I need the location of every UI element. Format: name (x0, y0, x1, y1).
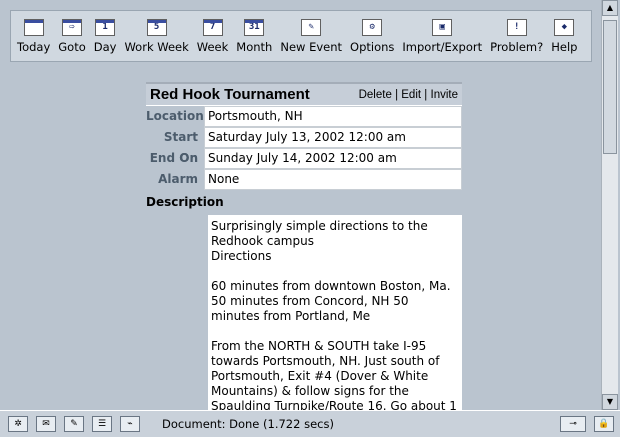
toolbar-label: Today (17, 40, 51, 54)
location-row: Location Portsmouth, NH (146, 106, 462, 127)
scroll-thumb[interactable] (603, 20, 617, 154)
options-icon: ⚙ (362, 19, 383, 36)
exclamation-icon: ! (506, 19, 527, 36)
toolbar-week-button[interactable]: 7 Week (196, 11, 229, 54)
toolbar-today-button[interactable]: Today (17, 11, 50, 54)
floppy-disk-icon: ▣ (432, 19, 453, 36)
status-bar: ✲ ✉ ✎ ☰ ⌁ Document: Done (1.722 secs) ⊸ … (0, 410, 620, 437)
toolbar-goto-button[interactable]: ⇨ Goto (58, 11, 86, 54)
location-value: Portsmouth, NH (204, 106, 462, 127)
end-on-row: End On Sunday July 14, 2002 12:00 am (146, 148, 462, 169)
goto-arrow-icon: ⇨ (62, 19, 83, 36)
location-label: Location (146, 109, 204, 123)
edit-link[interactable]: Edit (401, 89, 421, 101)
description-text: Surprisingly simple directions to the Re… (208, 215, 462, 410)
help-book-icon: ◆ (554, 19, 575, 36)
address-book-icon[interactable]: ☰ (92, 416, 112, 432)
work-week-calendar-icon: 5 (146, 19, 167, 36)
separator: | (424, 88, 428, 101)
invite-link[interactable]: Invite (431, 89, 459, 101)
lock-icon: 🔒 (594, 416, 614, 432)
composer-icon[interactable]: ✎ (64, 416, 84, 432)
description-label: Description (146, 195, 224, 209)
event-details: Red Hook Tournament Delete | Edit | Invi… (146, 82, 462, 210)
start-on-value: Saturday July 13, 2002 12:00 am (204, 127, 462, 148)
description-paragraph: From the NORTH & SOUTH take I-95 towards… (211, 339, 457, 410)
week-calendar-icon: 7 (202, 19, 223, 36)
toolbar-help-button[interactable]: ◆ Help (551, 11, 577, 54)
day-calendar-icon: 1 (95, 19, 116, 36)
today-calendar-icon (23, 19, 44, 36)
vertical-scrollbar[interactable]: ▲ ▼ (601, 0, 618, 410)
alarm-value: None (204, 169, 462, 190)
toolbar-label: Month (236, 40, 273, 54)
toolbar-label: Help (551, 40, 578, 54)
toolbar-label: New Event (280, 40, 343, 54)
status-text: Document: Done (1.722 secs) (162, 417, 334, 431)
toolbar-new-event-button[interactable]: ✎ New Event (280, 11, 342, 54)
end-on-label: End On (149, 151, 198, 165)
connection-icon: ⊸ (560, 416, 586, 432)
toolbar-options-button[interactable]: ⚙ Options (350, 11, 394, 54)
month-calendar-icon: 31 (244, 19, 265, 36)
mail-icon[interactable]: ✉ (36, 416, 56, 432)
description-paragraph: 60 minutes from downtown Boston, Ma. 50 … (211, 279, 451, 323)
end-on-value: Sunday July 14, 2002 12:00 am (204, 148, 462, 169)
start-on-row: Start On Saturday July 13, 2002 12:00 am (146, 127, 462, 165)
event-title-bar: Red Hook Tournament Delete | Edit | Invi… (146, 82, 462, 106)
navigator-icon[interactable]: ✲ (8, 416, 28, 432)
scroll-up-button[interactable]: ▲ (602, 0, 618, 16)
separator: | (395, 88, 399, 101)
event-actions: Delete | Edit | Invite (359, 89, 458, 101)
toolbar-label: Week (196, 40, 229, 54)
description-paragraph: Surprisingly simple directions to the Re… (211, 219, 428, 263)
delete-link[interactable]: Delete (359, 89, 392, 101)
toolbar-work-week-button[interactable]: 5 Work Week (124, 11, 189, 54)
event-title: Red Hook Tournament (150, 86, 310, 103)
toolbar-label: Day (93, 40, 117, 54)
toolbar-label: Options (350, 40, 395, 54)
toolbar-problem-button[interactable]: ! Problem? (490, 11, 543, 54)
toolbar-month-button[interactable]: 31 Month (236, 11, 272, 54)
new-event-icon: ✎ (301, 19, 322, 36)
start-on-label: Start On (163, 130, 198, 165)
alarm-label: Alarm (158, 172, 198, 186)
toolbar-import-export-button[interactable]: ▣ Import/Export (402, 11, 482, 54)
toolbar-label: Work Week (124, 40, 189, 54)
toolbar-label: Import/Export (402, 40, 483, 54)
toolbar-day-button[interactable]: 1 Day (93, 11, 117, 54)
toolbar-label: Problem? (490, 40, 544, 54)
alarm-row: Alarm None (146, 169, 462, 190)
scroll-down-button[interactable]: ▼ (602, 394, 618, 410)
toolbar-label: Goto (58, 40, 86, 54)
irc-icon[interactable]: ⌁ (120, 416, 140, 432)
main-toolbar: Today ⇨ Goto 1 Day 5 Work Week 7 Week 31 Month ✎ New… (10, 10, 592, 62)
